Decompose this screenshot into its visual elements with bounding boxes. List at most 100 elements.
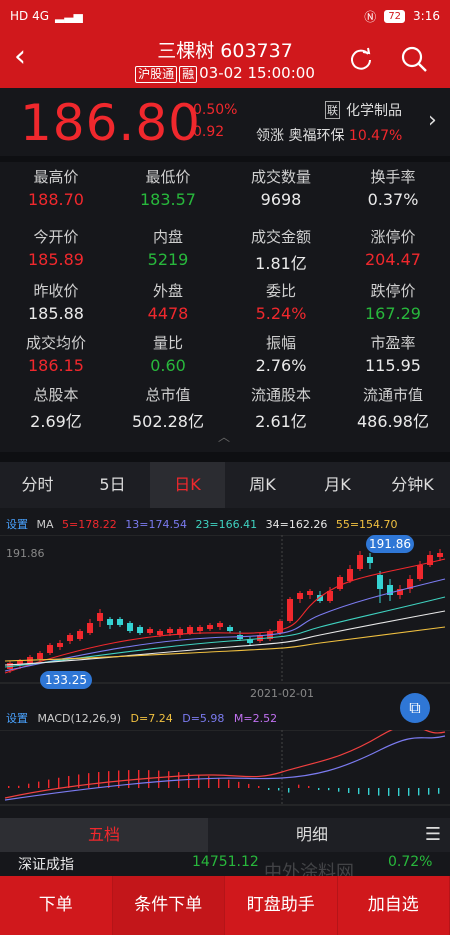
tab-0[interactable]: 分时 bbox=[0, 462, 75, 508]
macd-chart[interactable] bbox=[0, 730, 450, 810]
candle-body bbox=[77, 631, 83, 639]
macd-bar bbox=[388, 788, 390, 796]
stat-value: 2.76% bbox=[255, 356, 307, 375]
index-percent: 0.72% bbox=[388, 854, 433, 870]
kline-chart[interactable]: 191.86 191.86 133.25 2021-02-01 bbox=[0, 535, 450, 700]
stat-value: 5219 bbox=[147, 250, 189, 269]
candle-body bbox=[127, 623, 133, 631]
macd-bar bbox=[348, 788, 350, 794]
stat-label: 昨收价 bbox=[33, 282, 79, 300]
candle-body bbox=[277, 621, 283, 633]
nfc-icon: Ⓝ bbox=[364, 9, 377, 24]
action-button-3[interactable]: 加自选 bbox=[338, 876, 450, 935]
ma-line-4 bbox=[4, 626, 446, 662]
action-button-0[interactable]: 下单 bbox=[0, 876, 113, 935]
macd-bar bbox=[408, 788, 410, 796]
stat-cell: 市盈率 115.95 bbox=[337, 332, 449, 375]
macd-bar bbox=[28, 783, 30, 788]
ma-line-2 bbox=[4, 596, 446, 668]
stat-label: 跌停价 bbox=[370, 282, 416, 300]
refresh-icon[interactable] bbox=[348, 46, 374, 72]
ma-legend: 设置 MA 5=178.22 13=174.54 23=166.41 34=16… bbox=[6, 516, 403, 532]
axis-high-label: 191.86 bbox=[6, 547, 45, 560]
stats-grid: 最高价 188.70 最低价 183.57 成交数量 9698 换手率 0.37% 今开价 185… bbox=[0, 160, 450, 450]
macd-bar bbox=[358, 788, 360, 795]
stat-label: 量比 bbox=[152, 334, 183, 352]
candle-body bbox=[377, 575, 383, 589]
macd-bar bbox=[398, 788, 400, 796]
orderbook-tabs: 五档 明细 ☰ bbox=[0, 818, 450, 852]
menu-icon[interactable]: ☰ bbox=[416, 818, 450, 852]
tab-details[interactable]: 明细 bbox=[208, 818, 416, 852]
macd-bar bbox=[428, 788, 430, 795]
candle-body bbox=[187, 627, 193, 633]
tab-five-levels[interactable]: 五档 bbox=[0, 818, 208, 852]
candle-body bbox=[67, 635, 73, 641]
stat-value: 2.69亿 bbox=[30, 412, 82, 431]
stock-name: 三棵树 bbox=[157, 40, 215, 62]
sector-leader[interactable]: 领涨 奥福环保 10.47% bbox=[256, 125, 402, 145]
stat-label: 涨停价 bbox=[370, 228, 416, 246]
copy-icon[interactable]: ⧉ bbox=[400, 693, 430, 723]
stat-label: 最高价 bbox=[33, 168, 79, 186]
quote-datetime: 03-02 15:00:00 bbox=[199, 64, 315, 82]
index-name: 深证成指 bbox=[18, 857, 74, 873]
stat-cell: 涨停价 204.47 bbox=[337, 226, 449, 269]
stock-subtitle: 沪股通融 03-02 15:00:00 bbox=[0, 64, 450, 83]
macd-m: M=2.52 bbox=[233, 712, 278, 725]
macd-title: MACD(12,26,9) bbox=[37, 712, 122, 725]
stat-value: 115.95 bbox=[365, 356, 421, 375]
macd-bar bbox=[128, 770, 130, 788]
stat-cell: 振幅 2.76% bbox=[225, 332, 337, 375]
battery-indicator: 72 bbox=[384, 9, 406, 23]
tab-2[interactable]: 日K bbox=[150, 462, 225, 508]
stat-cell: 跌停价 167.29 bbox=[337, 280, 449, 323]
tab-5[interactable]: 分钟K bbox=[375, 462, 450, 508]
stat-cell: 换手率 0.37% bbox=[337, 166, 449, 209]
search-icon[interactable] bbox=[400, 45, 428, 73]
macd-bar bbox=[308, 786, 310, 788]
ma55-value: 55=154.70 bbox=[335, 518, 398, 531]
macd-bar bbox=[18, 785, 20, 788]
candle-body bbox=[107, 619, 113, 625]
stat-label: 市盈率 bbox=[370, 334, 416, 352]
index-ticker[interactable]: 深证成指 14751.12 0.72% bbox=[0, 852, 450, 876]
stat-cell: 流通股本 2.61亿 bbox=[225, 384, 337, 432]
stat-cell: 今开价 185.89 bbox=[0, 226, 112, 269]
chevron-up-icon[interactable]: ︿ bbox=[218, 428, 230, 445]
stat-cell: 内盘 5219 bbox=[112, 226, 224, 269]
signal-icon: ▂▃▅ bbox=[55, 9, 83, 23]
tab-3[interactable]: 周K bbox=[225, 462, 300, 508]
candle-body bbox=[307, 591, 313, 595]
macd-bar bbox=[148, 770, 150, 788]
sector-link[interactable]: 联化学制品 bbox=[325, 100, 402, 120]
macd-bar bbox=[238, 781, 240, 788]
ma5-value: 5=178.22 bbox=[62, 518, 117, 531]
current-price: 186.80 bbox=[20, 94, 201, 152]
candle-body bbox=[87, 623, 93, 633]
stat-value: 186.15 bbox=[28, 356, 84, 375]
ma-setting-link[interactable]: 设置 bbox=[6, 518, 28, 531]
stat-label: 总市值 bbox=[145, 386, 191, 404]
change-percent: 0.50% bbox=[193, 102, 238, 118]
stat-cell: 委比 5.24% bbox=[225, 280, 337, 323]
stat-cell: 流通市值 486.98亿 bbox=[337, 384, 449, 432]
macd-bar bbox=[438, 788, 440, 794]
macd-bar bbox=[268, 788, 270, 790]
stat-cell: 量比 0.60 bbox=[112, 332, 224, 375]
chevron-right-icon[interactable]: › bbox=[428, 108, 437, 133]
stat-cell: 成交数量 9698 bbox=[225, 166, 337, 209]
tab-1[interactable]: 5日 bbox=[75, 462, 150, 508]
macd-bar bbox=[228, 779, 230, 788]
ma13-value: 13=174.54 bbox=[125, 518, 187, 531]
stat-label: 委比 bbox=[265, 282, 296, 300]
action-button-2[interactable]: 盯盘助手 bbox=[225, 876, 338, 935]
action-button-1[interactable]: 条件下单 bbox=[112, 876, 225, 935]
candle-body bbox=[417, 565, 423, 579]
macd-setting-link[interactable]: 设置 bbox=[6, 712, 28, 725]
stat-label: 成交金额 bbox=[250, 228, 311, 246]
tab-4[interactable]: 月K bbox=[300, 462, 375, 508]
stat-value: 183.57 bbox=[140, 190, 196, 209]
stat-value: 1.81亿 bbox=[255, 254, 307, 273]
candle-body bbox=[117, 619, 123, 625]
